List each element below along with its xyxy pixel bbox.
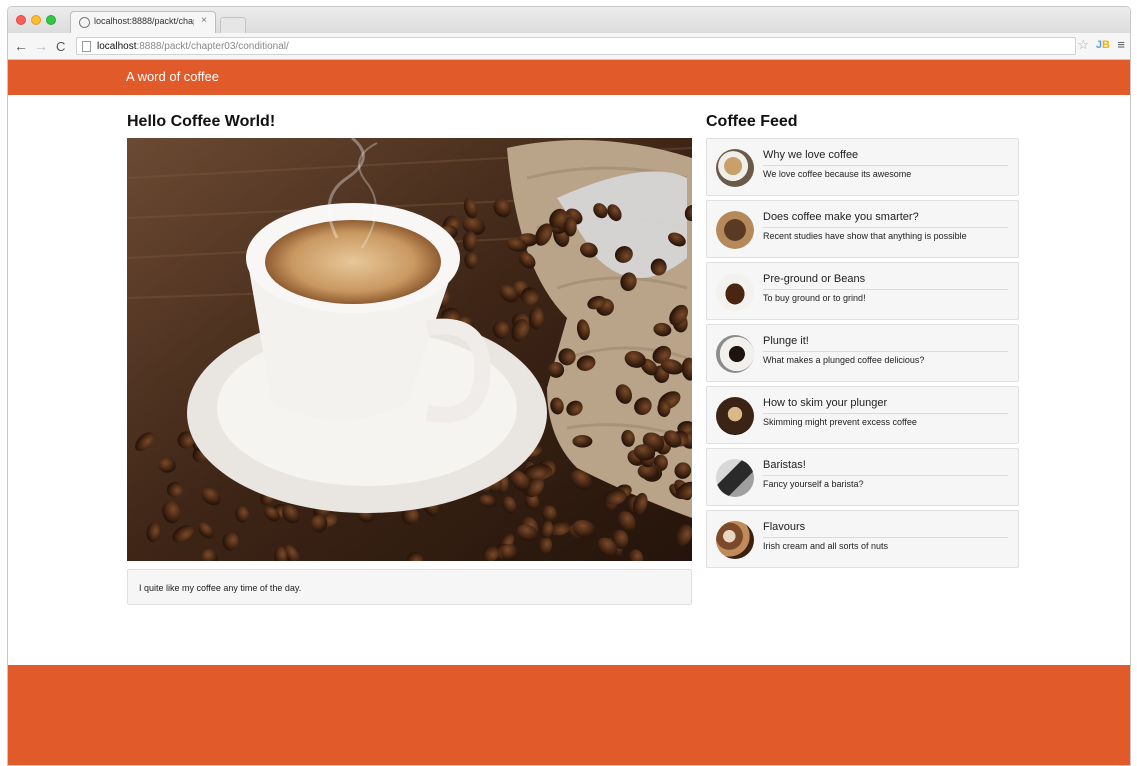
browser-window: localhost:8888/packt/chap × ← → C localh… [7,6,1131,766]
coffee-bean [572,435,593,448]
site-navbar: A word of coffee [8,60,1130,95]
feed-item[interactable]: Flavours Irish cream and all sorts of nu… [706,510,1019,568]
feed-item[interactable]: Why we love coffee We love coffee becaus… [706,138,1019,196]
feed-title: Coffee Feed [706,113,798,130]
close-window-button[interactable] [16,15,26,25]
browser-tab[interactable]: localhost:8888/packt/chap × [70,11,216,33]
new-tab-button[interactable] [220,17,246,33]
barista-thumbnail [716,459,754,497]
feed-item-description: Skimming might prevent excess coffee [763,417,917,427]
site-brand[interactable]: A word of coffee [126,69,219,84]
divider [763,289,1008,290]
feed-item-title[interactable]: Plunge it! [763,335,809,347]
url-text: localhost:8888/packt/chapter03/condition… [97,41,289,52]
feed-item-title[interactable]: Does coffee make you smarter? [763,211,919,223]
divider [763,165,1008,166]
plunger-thumbnail [716,397,754,435]
minimize-window-button[interactable] [31,15,41,25]
caption-text: I quite like my coffee any time of the d… [139,583,302,593]
divider [763,413,1008,414]
caption-box: I quite like my coffee any time of the d… [127,569,692,605]
feed-item-description: To buy ground or to grind! [763,293,866,303]
coffee-beans-thumbnail [716,273,754,311]
feed-item[interactable]: Pre-ground or Beans To buy ground or to … [706,262,1019,320]
web-page: A word of coffee Hello Coffee World! I q… [8,60,1130,765]
jetbrains-extension-icon[interactable]: JB [1096,39,1110,51]
divider [763,227,1008,228]
feed-item-description: Irish cream and all sorts of nuts [763,541,889,551]
divider [763,351,1008,352]
coffee-cup-thumbnail [716,149,754,187]
feed-item[interactable]: Does coffee make you smarter? Recent stu… [706,200,1019,258]
feed-item-title[interactable]: Pre-ground or Beans [763,273,865,285]
feed-item[interactable]: How to skim your plunger Skimming might … [706,386,1019,444]
coffee-feed-list: Why we love coffee We love coffee becaus… [706,138,1019,572]
coffee-cup-thumbnail [716,211,754,249]
bookmark-star-icon[interactable]: ☆ [1077,37,1089,53]
feed-item[interactable]: Plunge it! What makes a plunged coffee d… [706,324,1019,382]
menu-icon[interactable]: ≡ [1117,37,1125,52]
divider [763,537,1008,538]
feed-item-description: We love coffee because its awesome [763,169,912,179]
tab-close-button[interactable]: × [201,15,207,26]
globe-icon [79,17,90,28]
forward-arrow-icon[interactable]: → [34,38,48,54]
maximize-window-button[interactable] [46,15,56,25]
page-title: Hello Coffee World! [127,113,276,130]
feed-item-description: What makes a plunged coffee delicious? [763,355,925,365]
site-footer [8,665,1130,765]
address-bar[interactable]: localhost:8888/packt/chapter03/condition… [76,37,1076,55]
browser-toolbar: ← → C localhost:8888/packt/chapter03/con… [8,33,1130,60]
page-icon [82,41,91,52]
tab-bar: localhost:8888/packt/chap × [8,7,1130,33]
feed-item-description: Recent studies have show that anything i… [763,231,967,241]
reload-icon[interactable]: C [56,39,65,54]
divider [763,475,1008,476]
flavours-thumbnail [716,521,754,559]
feed-item-description: Fancy yourself a barista? [763,479,864,489]
feed-item-title[interactable]: Baristas! [763,459,806,471]
feed-item[interactable]: Baristas! Fancy yourself a barista? [706,448,1019,506]
feed-item-title[interactable]: How to skim your plunger [763,397,887,409]
back-arrow-icon[interactable]: ← [14,38,28,54]
feed-item-title[interactable]: Flavours [763,521,805,533]
plunger-thumbnail [716,335,754,373]
coffee-hero-image [127,138,692,561]
feed-item-title[interactable]: Why we love coffee [763,149,858,161]
tab-title: localhost:8888/packt/chap [94,16,194,26]
